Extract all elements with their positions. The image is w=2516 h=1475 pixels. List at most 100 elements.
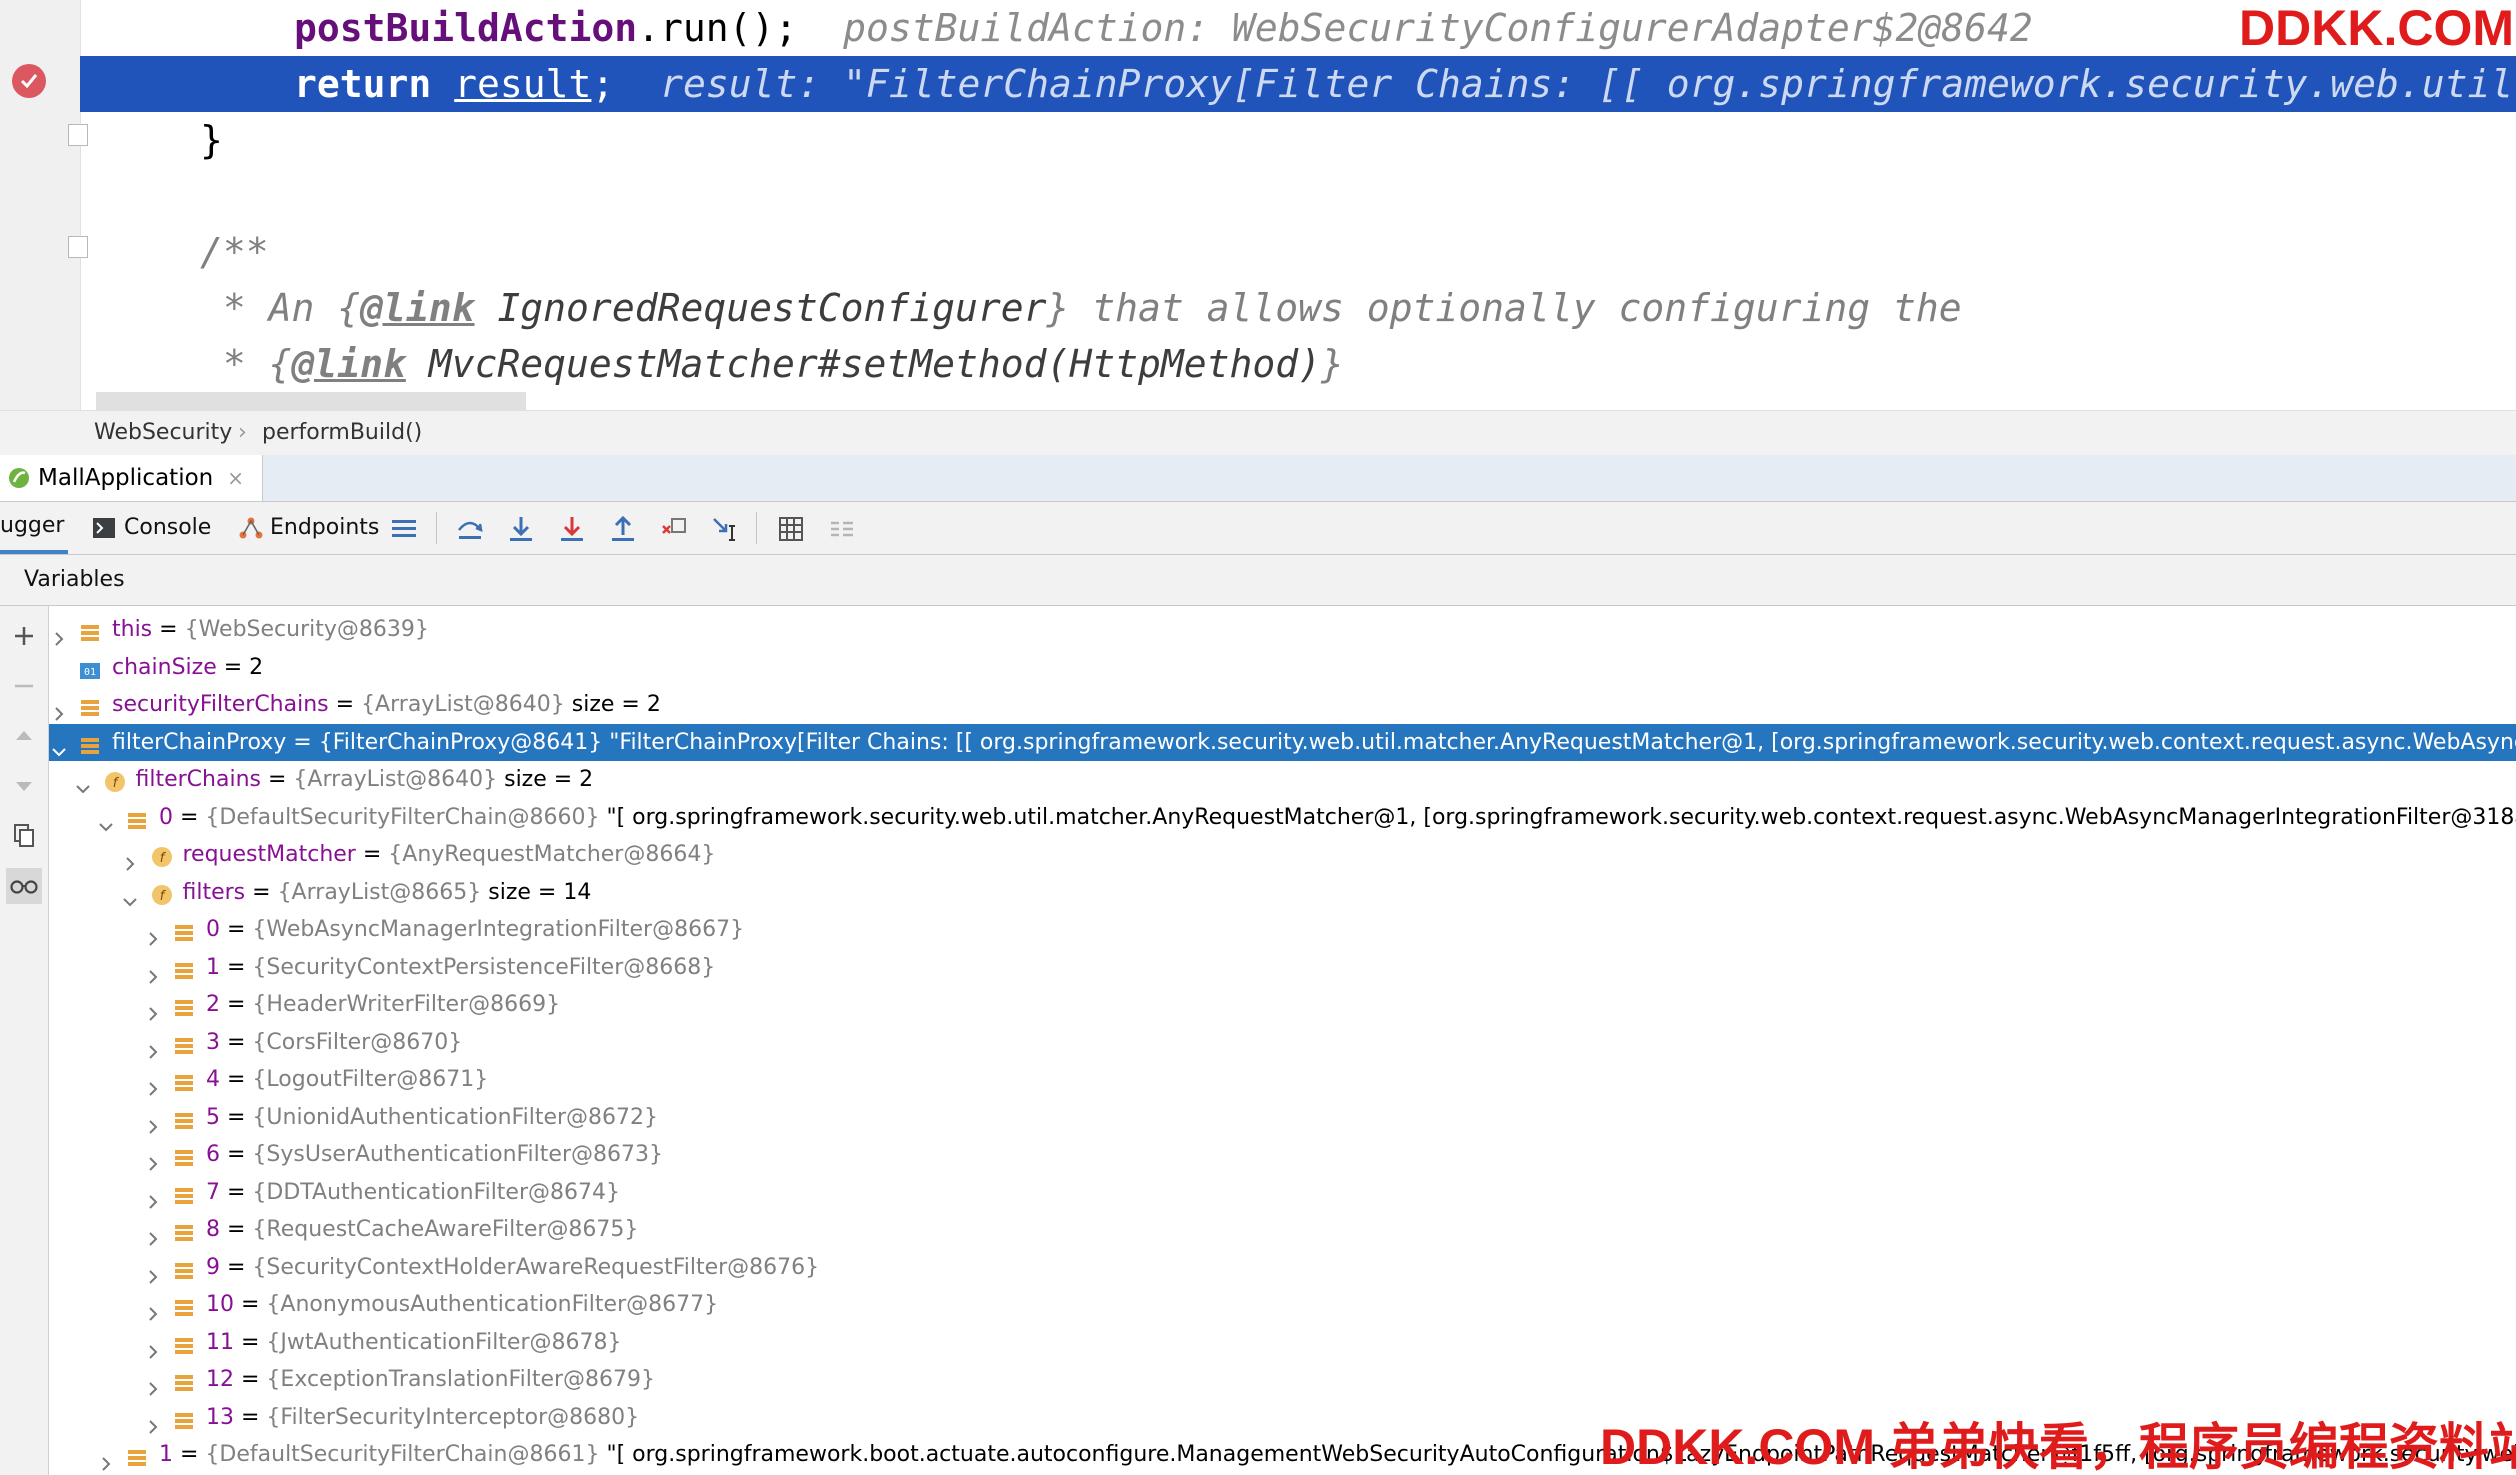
chevron-down-icon[interactable] (51, 735, 67, 756)
code-editor[interactable]: postBuildAction.run(); postBuildAction: … (0, 0, 2516, 410)
variable-row[interactable]: 9 = {SecurityContextHolderAwareRequestFi… (49, 1249, 2516, 1287)
watermark-bottom: DDKK.COM 弟弟快看，程序员编程资料站 (1600, 1419, 2516, 1475)
breadcrumb-class[interactable]: WebSecurity (94, 411, 232, 455)
variable-row[interactable]: 12 = {ExceptionTranslationFilter@8679} (49, 1361, 2516, 1399)
chevron-right-icon[interactable] (145, 1410, 161, 1434)
chevron-right-icon[interactable] (145, 1335, 161, 1359)
variable-row[interactable]: 4 = {LogoutFilter@8671} (49, 1061, 2516, 1099)
chevron-right-icon[interactable] (145, 1147, 161, 1171)
variable-row[interactable]: 10 = {AnonymousAuthenticationFilter@8677… (49, 1286, 2516, 1324)
variable-equals: = (234, 1329, 267, 1355)
tab-console[interactable]: Console (92, 502, 211, 554)
variable-row[interactable]: 1 = {SecurityContextPersistenceFilter@86… (49, 949, 2516, 987)
variable-row[interactable]: 8 = {RequestCacheAwareFilter@8675} (49, 1211, 2516, 1249)
chevron-down-icon[interactable] (98, 810, 114, 831)
evaluate-expression-icon[interactable] (776, 514, 806, 544)
editor-gutter[interactable] (0, 0, 88, 410)
code-line-3[interactable]: } (80, 112, 2516, 168)
chevron-right-icon[interactable] (145, 922, 161, 946)
breakpoint-icon[interactable] (12, 64, 46, 98)
variable-type: {WebSecurity@8639} (184, 617, 429, 642)
chevron-right-icon[interactable] (145, 1222, 161, 1246)
variable-row[interactable]: 6 = {SysUserAuthenticationFilter@8673} (49, 1136, 2516, 1174)
variable-equals: = (173, 804, 206, 830)
list-icon (173, 919, 195, 941)
trace-stream-icon[interactable] (827, 514, 857, 544)
code-line-7[interactable]: * {@link MvcRequestMatcher#setMethod(Htt… (80, 336, 2516, 392)
chevron-right-icon[interactable] (51, 697, 67, 721)
close-icon[interactable]: × (227, 466, 244, 490)
variables-tree[interactable]: this = {WebSecurity@8639} 01 chainSize = 2… (49, 606, 2516, 1475)
spring-app-icon (9, 468, 29, 488)
copy-icon[interactable] (6, 818, 42, 854)
list-icon (79, 619, 101, 641)
variable-row[interactable]: 5 = {UnionidAuthenticationFilter@8672} (49, 1099, 2516, 1137)
variable-row[interactable]: 7 = {DDTAuthenticationFilter@8674} (49, 1174, 2516, 1212)
variable-row[interactable]: 01 chainSize = 2 (49, 649, 2516, 687)
chevron-down-icon[interactable] (122, 885, 138, 906)
chevron-right-icon[interactable] (122, 847, 138, 871)
debug-session-bar: MallApplication × (0, 455, 2516, 502)
show-watches-icon[interactable] (6, 868, 42, 904)
chevron-right-icon[interactable] (145, 1185, 161, 1209)
variable-row[interactable]: 0 = {WebAsyncManagerIntegrationFilter@86… (49, 911, 2516, 949)
variable-name: 13 (206, 1404, 234, 1430)
chevron-right-icon[interactable] (51, 622, 67, 646)
chevron-right-icon[interactable] (145, 1110, 161, 1134)
chevron-right-icon[interactable] (145, 1260, 161, 1284)
chevron-right-icon[interactable] (145, 1035, 161, 1059)
tab-endpoints[interactable]: Endpoints (238, 502, 379, 554)
variable-row[interactable]: 3 = {CorsFilter@8670} (49, 1024, 2516, 1062)
chevron-right-icon[interactable] (145, 997, 161, 1021)
code-line-6[interactable]: * An {@link IgnoredRequestConfigurer} th… (80, 280, 2516, 336)
chevron-right-icon[interactable] (145, 1072, 161, 1096)
force-step-into-icon[interactable] (557, 514, 587, 544)
variable-row[interactable]: 11 = {JwtAuthenticationFilter@8678} (49, 1324, 2516, 1362)
javadoc-open: /** (200, 230, 269, 274)
move-down-icon[interactable] (6, 768, 42, 804)
horizontal-scrollbar[interactable] (96, 392, 526, 410)
variable-type: {FilterSecurityInterceptor@8680} (266, 1404, 640, 1430)
step-out-icon[interactable] (608, 514, 638, 544)
chevron-right-icon[interactable] (145, 1297, 161, 1321)
variable-row[interactable]: this = {WebSecurity@8639} (49, 611, 2516, 649)
execution-point-line[interactable]: return result; result: "FilterChainProxy… (80, 56, 2516, 112)
variable-size: size = 14 (481, 879, 592, 905)
variable-equals: = (245, 879, 278, 905)
code-line-1[interactable]: postBuildAction.run(); postBuildAction: … (80, 0, 2516, 56)
list-icon (173, 1182, 195, 1204)
variable-row[interactable]: f filterChains = {ArrayList@8640} size = … (49, 761, 2516, 799)
code-line-5[interactable]: /** (80, 224, 2516, 280)
layout-menu-icon[interactable] (389, 514, 419, 544)
variable-row[interactable]: securityFilterChains = {ArrayList@8640} … (49, 686, 2516, 724)
list-icon (79, 694, 101, 716)
variable-row[interactable]: f filters = {ArrayList@8665} size = 14 (49, 874, 2516, 912)
variable-name: 11 (206, 1329, 234, 1355)
variable-name: 6 (206, 1142, 220, 1167)
chevron-right-icon[interactable] (145, 960, 161, 984)
tab-debugger[interactable]: ugger (0, 502, 68, 554)
javadoc-ref: MvcRequestMatcher#setMethod(HttpMethod) (405, 342, 1322, 386)
variable-row[interactable]: 2 = {HeaderWriterFilter@8669} (49, 986, 2516, 1024)
breadcrumb-method[interactable]: performBuild() (262, 411, 422, 455)
field-icon: f (103, 769, 125, 792)
variable-row[interactable]: 0 = {DefaultSecurityFilterChain@8660} "[… (49, 799, 2516, 837)
step-over-icon[interactable] (455, 514, 485, 544)
session-tab[interactable]: MallApplication × (0, 455, 263, 501)
run-to-cursor-icon[interactable] (710, 514, 740, 544)
chevron-right-icon[interactable] (98, 1447, 114, 1471)
variable-equals: = (152, 617, 185, 642)
list-icon (173, 1107, 195, 1129)
chevron-down-icon[interactable] (75, 772, 91, 794)
variable-equals: = (220, 1104, 253, 1130)
variable-type: {UnionidAuthenticationFilter@8672} (252, 1104, 659, 1130)
variable-type: {DefaultSecurityFilterChain@8661} (205, 1442, 600, 1467)
variable-row[interactable]: filterChainProxy = {FilterChainProxy@864… (49, 723, 2516, 761)
variable-row[interactable]: f requestMatcher = {AnyRequestMatcher@866… (49, 836, 2516, 874)
remove-watch-icon[interactable] (6, 668, 42, 704)
chevron-right-icon[interactable] (145, 1372, 161, 1396)
add-watch-icon[interactable] (6, 618, 42, 654)
move-up-icon[interactable] (6, 718, 42, 754)
step-into-icon[interactable] (506, 514, 536, 544)
drop-frame-icon[interactable] (659, 514, 689, 544)
